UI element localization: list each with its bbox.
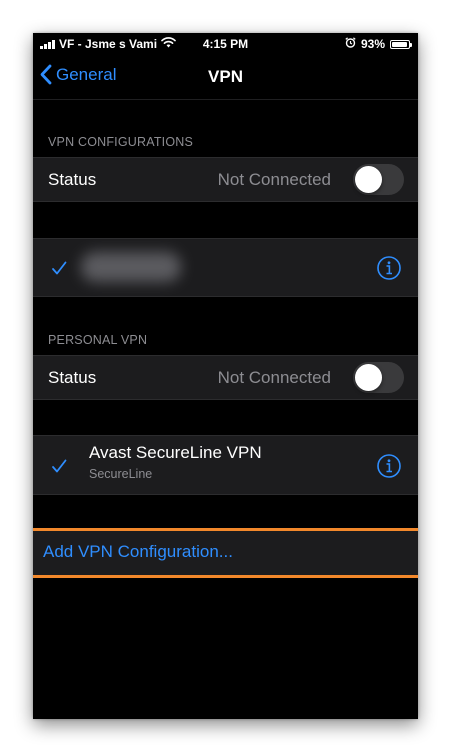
info-icon[interactable] <box>376 453 402 479</box>
status-bar: VF - Jsme s Vami 4:15 PM 93% <box>33 33 418 55</box>
blurred-profile-name <box>81 252 181 282</box>
status-label: Status <box>48 170 97 189</box>
status-bar-right: 93% <box>345 37 412 51</box>
checkmark-icon <box>52 459 67 473</box>
vpn-profile-name: Avast SecureLine VPN <box>89 443 262 462</box>
navigation-bar: General VPN <box>33 55 418 100</box>
vpn-profile-subtitle: SecureLine <box>89 467 153 481</box>
page-title: VPN <box>208 67 243 86</box>
status-value: Not Connected <box>217 170 331 189</box>
vpn-profile-row-hidden[interactable] <box>33 238 418 297</box>
vpn-status-toggle[interactable] <box>353 164 404 195</box>
checkmark-icon <box>52 261 67 275</box>
add-vpn-configuration-label: Add VPN Configuration... <box>43 542 233 561</box>
battery-percent: 93% <box>360 37 385 51</box>
vpn-status-cell: Status Not Connected <box>33 157 418 202</box>
alarm-icon <box>345 37 356 51</box>
section-header-personal-vpn: PERSONAL VPN <box>48 333 148 347</box>
personal-status-label: Status <box>48 368 97 387</box>
section-header-vpn-configurations: VPN CONFIGURATIONS <box>48 135 194 149</box>
add-vpn-configuration-button[interactable]: Add VPN Configuration... <box>33 528 418 578</box>
personal-vpn-status-cell: Status Not Connected <box>33 355 418 400</box>
avast-vpn-profile-row[interactable]: Avast SecureLine VPN SecureLine <box>33 435 418 495</box>
personal-status-value: Not Connected <box>217 368 331 387</box>
toggle-knob <box>355 364 382 391</box>
info-icon[interactable] <box>376 255 402 281</box>
personal-vpn-status-toggle[interactable] <box>353 362 404 393</box>
phone-screen: VF - Jsme s Vami 4:15 PM 93% General VPN… <box>33 33 418 719</box>
battery-icon <box>390 39 412 49</box>
toggle-knob <box>355 166 382 193</box>
